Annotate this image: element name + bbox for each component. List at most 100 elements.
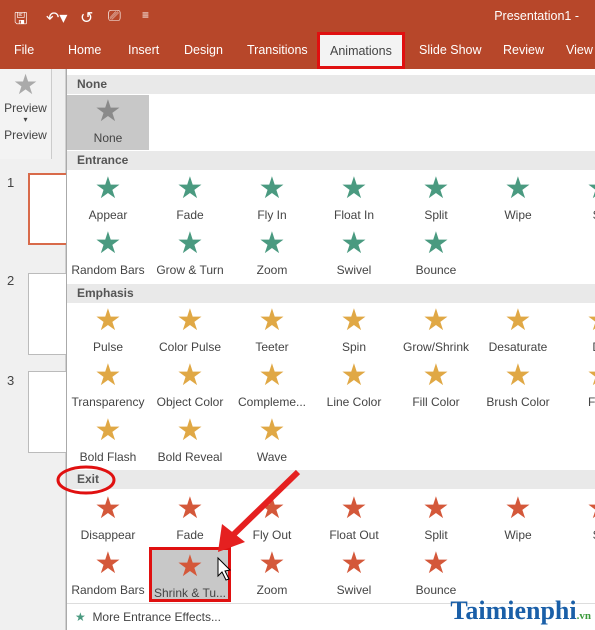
star-icon: ★ [75, 610, 86, 624]
slide-thumbnail[interactable] [28, 371, 68, 453]
tab-file[interactable]: File [14, 43, 34, 57]
animation-line-color[interactable]: ★ Line Color [313, 359, 395, 414]
star-icon: ★ [340, 492, 368, 525]
slide-thumbnail[interactable] [28, 173, 68, 245]
animation-bold-flash[interactable]: ★ Bold Flash [67, 414, 149, 469]
animation-fly-in[interactable]: ★ Fly In [231, 172, 313, 227]
animation-split[interactable]: ★ Split [395, 492, 477, 547]
animation-desaturate[interactable]: ★ Desaturate [477, 304, 559, 359]
animation-swivel[interactable]: ★ Swivel [313, 227, 395, 282]
animation-grow-turn[interactable]: ★ Grow & Turn [149, 227, 231, 282]
window-title: Presentation1 - [494, 9, 579, 23]
animation-grow-shrink[interactable]: ★ Grow/Shrink [395, 304, 477, 359]
ribbon-tabs: File Home Insert Design Transitions Anim… [0, 32, 595, 69]
animation-sh[interactable]: ★Sh [559, 492, 595, 547]
star-icon: ★ [258, 359, 286, 392]
star-icon: ★ [504, 172, 532, 205]
star-icon: ★ [422, 547, 450, 580]
tab-design[interactable]: Design [184, 43, 223, 57]
animation-label: Wipe [504, 208, 532, 222]
animation-float-in[interactable]: ★ Float In [313, 172, 395, 227]
animation-random-bars[interactable]: ★ Random Bars [67, 547, 149, 602]
animation-label: Appear [88, 208, 128, 222]
star-icon: ★ [258, 172, 286, 205]
animation-label: Bold Reveal [157, 450, 223, 464]
star-icon: ★ [422, 227, 450, 260]
undo-icon[interactable]: ↶▾ [46, 8, 67, 28]
animation-fill-color[interactable]: ★ Fill Color [395, 359, 477, 414]
star-icon: ★ [559, 172, 595, 208]
animation-wipe[interactable]: ★ Wipe [477, 172, 559, 227]
animation-float-out[interactable]: ★ Float Out [313, 492, 395, 547]
animation-shrink-tu-[interactable]: ★ Shrink & Tu... [149, 547, 231, 602]
animation-swivel[interactable]: ★ Swivel [313, 547, 395, 602]
animation-bounce[interactable]: ★ Bounce [395, 227, 477, 282]
star-icon: ★ [559, 359, 595, 395]
animation-gallery: ★ More Entrance Effects... Taimienphi.vn… [66, 69, 595, 630]
tab-animations[interactable]: Animations [317, 32, 405, 69]
animation-fade[interactable]: ★ Fade [149, 172, 231, 227]
animation-zoom[interactable]: ★ Zoom [231, 227, 313, 282]
animation-compleme-[interactable]: ★ Compleme... [231, 359, 313, 414]
star-icon: ★ [504, 492, 532, 525]
tab-insert[interactable]: Insert [128, 43, 159, 57]
animation-transparency[interactable]: ★ Transparency [67, 359, 149, 414]
star-icon: ★ [340, 172, 368, 205]
animation-label: Pulse [92, 340, 124, 354]
animation-label: Fade [176, 528, 204, 542]
animation-bounce[interactable]: ★ Bounce [395, 547, 477, 602]
animation-split[interactable]: ★ Split [395, 172, 477, 227]
animation-sh[interactable]: ★Sh [559, 172, 595, 227]
star-icon: ★ [176, 359, 204, 392]
tab-home[interactable]: Home [68, 43, 101, 57]
animation-brush-color[interactable]: ★ Brush Color [477, 359, 559, 414]
animation-label: Split [424, 528, 448, 542]
tab-view[interactable]: View [566, 43, 593, 57]
animation-pulse[interactable]: ★ Pulse [67, 304, 149, 359]
redo-icon[interactable]: ↺ [80, 8, 93, 28]
tab-slide-show[interactable]: Slide Show [419, 43, 482, 57]
animation-da[interactable]: ★Da [559, 304, 595, 359]
slide-number: 3 [7, 373, 15, 388]
slide-thumbnail[interactable] [28, 273, 68, 355]
slideshow-start-icon[interactable]: ⎚ [108, 8, 121, 26]
animation-fly-out[interactable]: ★ Fly Out [231, 492, 313, 547]
animation-label: Grow/Shrink [402, 340, 470, 354]
animation-appear[interactable]: ★ Appear [67, 172, 149, 227]
animation-label: None [93, 131, 123, 145]
animation-disappear[interactable]: ★ Disappear [67, 492, 149, 547]
more-label: More Entrance Effects... [92, 610, 221, 624]
animation-wipe[interactable]: ★ Wipe [477, 492, 559, 547]
animation-label: Random Bars [71, 583, 145, 597]
save-icon[interactable]: 🖫 [14, 8, 28, 35]
animation-label: Zoom [256, 263, 288, 277]
animation-zoom[interactable]: ★ Zoom [231, 547, 313, 602]
star-icon: ★ [258, 492, 286, 525]
preview-button[interactable]: Preview [0, 101, 51, 115]
tab-transitions[interactable]: Transitions [247, 43, 308, 57]
animation-fade[interactable]: ★ Fade [149, 492, 231, 547]
star-icon: ★ [258, 547, 286, 580]
tab-review[interactable]: Review [503, 43, 544, 57]
preview-group-label: Preview [4, 128, 47, 142]
preview-star-icon[interactable]: ★ [0, 69, 51, 101]
animation-font[interactable]: ★Font [559, 359, 595, 414]
animation-label: Compleme... [237, 395, 307, 409]
animation-color-pulse[interactable]: ★ Color Pulse [149, 304, 231, 359]
animation-label: Desaturate [488, 340, 548, 354]
animation-label: Wipe [504, 528, 532, 542]
customize-qat-icon[interactable]: ≡ [142, 8, 149, 22]
star-icon: ★ [504, 304, 532, 337]
star-icon: ★ [422, 359, 450, 392]
animation-spin[interactable]: ★ Spin [313, 304, 395, 359]
star-icon: ★ [176, 492, 204, 525]
animation-none[interactable]: ★ None [67, 95, 149, 150]
animation-object-color[interactable]: ★ Object Color [149, 359, 231, 414]
star-icon: ★ [176, 227, 204, 260]
animation-random-bars[interactable]: ★ Random Bars [67, 227, 149, 282]
star-icon: ★ [422, 492, 450, 525]
animation-wave[interactable]: ★ Wave [231, 414, 313, 469]
animation-bold-reveal[interactable]: ★ Bold Reveal [149, 414, 231, 469]
animation-teeter[interactable]: ★ Teeter [231, 304, 313, 359]
animation-label: Brush Color [486, 395, 550, 409]
